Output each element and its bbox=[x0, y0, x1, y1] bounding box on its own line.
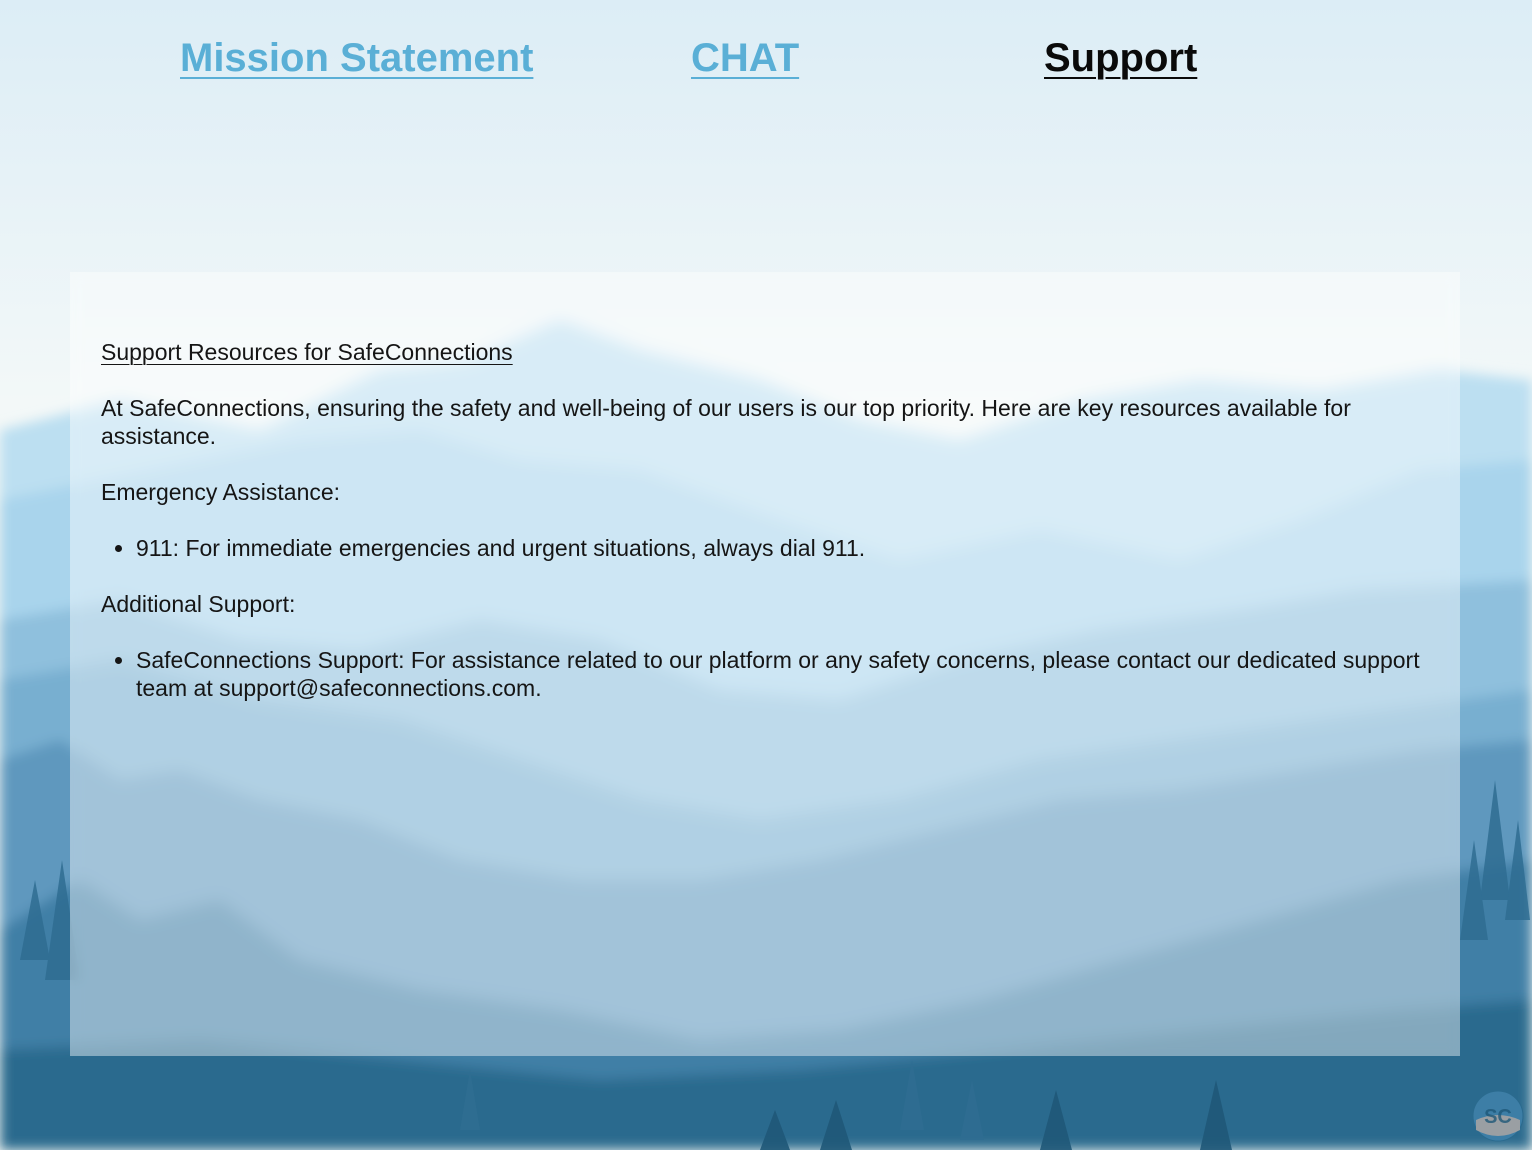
emergency-heading: Emergency Assistance: bbox=[101, 479, 341, 505]
list-item: SafeConnections Support: For assistance … bbox=[136, 646, 1430, 702]
nav-link-support[interactable]: Support bbox=[1044, 36, 1197, 81]
additional-heading: Additional Support: bbox=[101, 591, 296, 617]
nav-link-chat[interactable]: CHAT bbox=[691, 36, 799, 81]
list-item: 911: For immediate emergencies and urgen… bbox=[136, 534, 1430, 562]
intro-paragraph: At SafeConnections, ensuring the safety … bbox=[101, 395, 1351, 449]
support-content-panel: Support Resources for SafeConnections At… bbox=[70, 272, 1460, 1056]
additional-list: SafeConnections Support: For assistance … bbox=[101, 646, 1430, 702]
emergency-list: 911: For immediate emergencies and urgen… bbox=[101, 534, 1430, 562]
top-nav: Mission Statement CHAT Support bbox=[0, 0, 1532, 120]
svg-text:SC: SC bbox=[1484, 1106, 1512, 1128]
support-title: Support Resources for SafeConnections bbox=[101, 339, 513, 365]
nav-link-mission-statement[interactable]: Mission Statement bbox=[180, 36, 533, 81]
sc-logo-icon: SC bbox=[1472, 1090, 1524, 1142]
